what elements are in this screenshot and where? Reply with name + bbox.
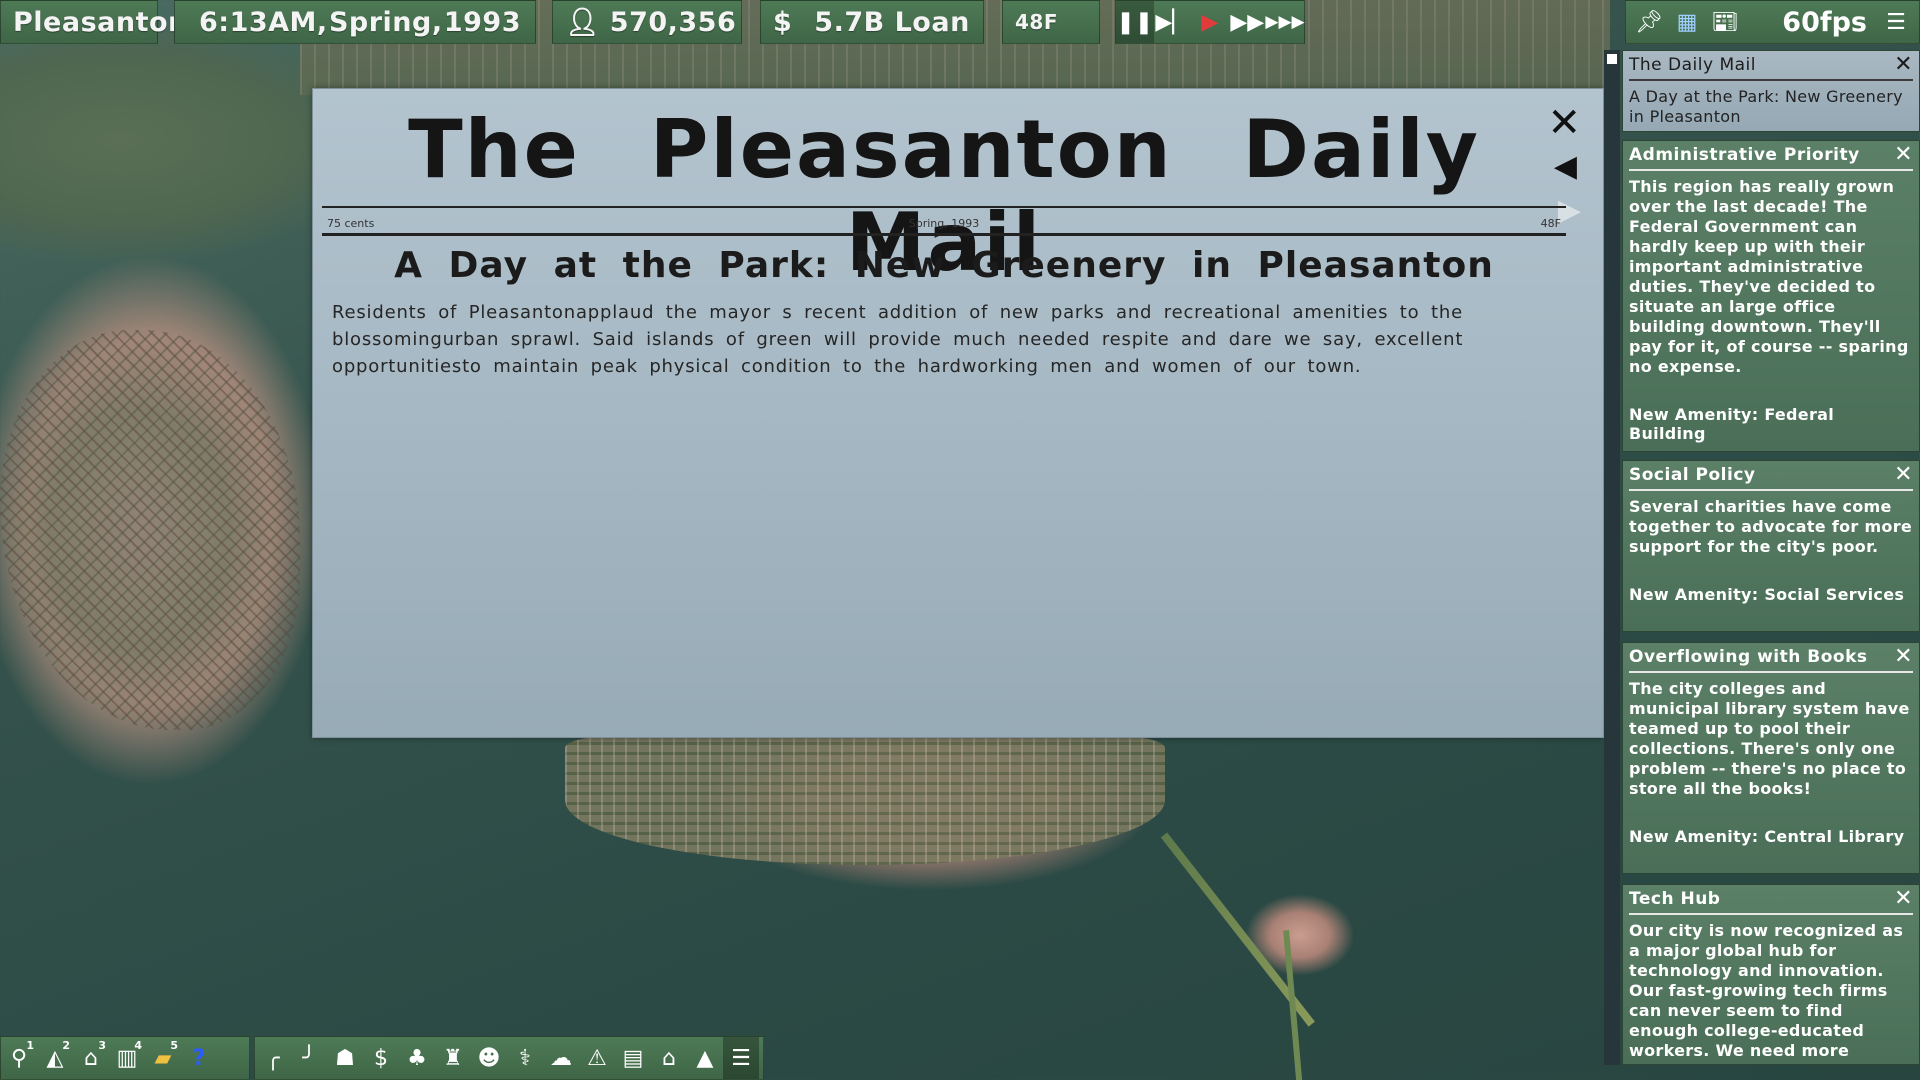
map-city-district-south <box>565 735 1165 865</box>
express-road-icon[interactable]: ╯ <box>291 1037 327 1079</box>
notification-title: The Daily Mail <box>1629 55 1756 75</box>
pause-button[interactable]: ❚❚ <box>1116 1 1154 43</box>
notification-amenity: New Amenity: Federal Building <box>1629 405 1835 443</box>
person-icon: 👤︎ <box>565 7 600 38</box>
notification-header: Tech Hub ✕ <box>1629 885 1913 915</box>
notification-title: Administrative Priority <box>1629 145 1860 165</box>
dollar-icon: $ <box>773 6 793 38</box>
grid-icon[interactable]: ▦ <box>1672 7 1702 37</box>
help-icon[interactable]: ? <box>181 1037 217 1079</box>
menu-icon[interactable]: ☰ <box>1881 7 1911 37</box>
date-time-box: 6:13AM, Spring, 1993 <box>174 0 536 44</box>
transit-icon[interactable]: ▤ <box>615 1037 651 1079</box>
farm-icon[interactable]: ▲ <box>687 1037 723 1079</box>
temperature-value: 48F <box>1015 10 1058 34</box>
step-button[interactable]: ▶▏ <box>1154 1 1192 43</box>
time-label: 6:13AM, <box>199 6 328 38</box>
notification-body: This region has really grown over the la… <box>1629 177 1909 376</box>
fast-forward-button[interactable]: ▶▶ <box>1229 1 1267 43</box>
house-icon[interactable]: ⌂ 3 <box>73 1037 109 1079</box>
notification-title: Social Policy <box>1629 465 1756 485</box>
article-body: Residents of Pleasantonapplaud the mayor… <box>332 302 1464 377</box>
newspaper-temperature: 48F <box>1540 217 1561 230</box>
notification-daily-mail[interactable]: The Daily Mail ✕ A Day at the Park: New … <box>1622 50 1920 132</box>
home-icon[interactable]: ⌂ <box>651 1037 687 1079</box>
tower-icon[interactable]: ♜ <box>435 1037 471 1079</box>
year-label: 1993 <box>443 6 521 38</box>
close-icon[interactable]: ✕ <box>1894 464 1913 486</box>
map-bridge <box>1160 832 1315 1027</box>
notification-header: The Daily Mail ✕ <box>1629 51 1913 81</box>
speed-controls: ❚❚ ▶▏ ▶ ▶▶ ▶▶▶ <box>1115 0 1305 44</box>
notification-header: Social Policy ✕ <box>1629 461 1913 491</box>
weather-box[interactable]: 48F <box>1002 0 1100 44</box>
notification-title: Overflowing with Books <box>1629 647 1868 667</box>
notification-body: A Day at the Park: New Greenery in Pleas… <box>1629 87 1903 126</box>
pin-icon[interactable]: 📌︎ <box>1634 7 1664 37</box>
money-icon[interactable]: $ <box>363 1037 399 1079</box>
notification-header: Overflowing with Books ✕ <box>1629 643 1913 673</box>
notification-tech-hub[interactable]: Tech Hub ✕ Our city is now recognized as… <box>1622 884 1920 1065</box>
next-page-icon[interactable]: ▶ <box>1558 193 1581 228</box>
fastest-button[interactable]: ▶▶▶ <box>1265 1 1304 43</box>
notification-amenity: New Amenity: Central Library <box>1629 827 1905 846</box>
notification-overflowing-with-books[interactable]: Overflowing with Books ✕ The city colleg… <box>1622 642 1920 874</box>
close-icon[interactable]: ✕ <box>1894 646 1913 668</box>
map-bridge <box>1283 930 1303 1080</box>
notification-scrollbar[interactable] <box>1604 50 1620 1065</box>
newspaper-icon[interactable]: 📰︎ <box>1710 7 1740 37</box>
notification-social-policy[interactable]: Social Policy ✕ Several charities have c… <box>1622 460 1920 632</box>
close-icon[interactable]: ✕ <box>1894 888 1913 910</box>
newspaper-dialog: The Pleasanton Daily Mail ✕ ◀ ▶ 75 cents… <box>312 88 1604 738</box>
close-icon[interactable]: ✕ <box>1894 144 1913 166</box>
play-button[interactable]: ▶ <box>1191 1 1229 43</box>
close-icon[interactable]: ✕ <box>1547 103 1581 143</box>
newspaper-date: Spring, 1993 <box>908 217 980 230</box>
notification-administrative-priority[interactable]: Administrative Priority ✕ This region ha… <box>1622 140 1920 452</box>
map-city-district-west <box>0 330 300 730</box>
factory-icon[interactable]: ▥ 4 <box>109 1037 145 1079</box>
city-name: Pleasanton <box>13 6 188 38</box>
road-icon[interactable]: ◭ 2 <box>37 1037 73 1079</box>
notification-body: Our city is now recognized as a major gl… <box>1629 921 1904 1064</box>
notification-amenity: New Amenity: Social Services <box>1629 585 1905 604</box>
park-icon[interactable]: ♣ <box>399 1037 435 1079</box>
people-icon[interactable]: ☻ <box>471 1037 507 1079</box>
top-hud: Pleasanton 6:13AM, Spring, 1993 👤︎ 570,3… <box>0 0 1920 44</box>
notification-title: Tech Hub <box>1629 889 1721 909</box>
budget-value: 5.7B Loan <box>814 6 970 38</box>
search-icon[interactable]: ⚲ 1 <box>1 1037 37 1079</box>
warning-icon[interactable]: ⚠ <box>579 1037 615 1079</box>
population-box[interactable]: 👤︎ 570,356 <box>552 0 742 44</box>
school-icon[interactable]: ☗ <box>327 1037 363 1079</box>
hospital-icon[interactable]: ⚕ <box>507 1037 543 1079</box>
article-headline: A Day at the Park: New Greenery in Pleas… <box>394 245 1494 286</box>
police-icon[interactable]: ☁ <box>543 1037 579 1079</box>
news-icon[interactable]: ☰ <box>723 1037 759 1079</box>
close-icon[interactable]: ✕ <box>1894 54 1913 76</box>
budget-box[interactable]: $ 5.7B Loan <box>760 0 984 44</box>
previous-page-icon[interactable]: ◀ <box>1554 149 1577 184</box>
notification-panel: The Daily Mail ✕ A Day at the Park: New … <box>1622 50 1920 1065</box>
city-name-box[interactable]: Pleasanton <box>0 0 187 44</box>
bottom-toolbar-left: ⚲ 1 ◭ 2 ⌂ 3 ▥ 4 ▰ 5 ? <box>0 1036 250 1080</box>
notification-body: The city colleges and municipal library … <box>1629 679 1910 798</box>
commerce-icon[interactable]: ▰ 5 <box>145 1037 181 1079</box>
street-icon[interactable]: ╭ <box>255 1037 291 1079</box>
population-value: 570,356 <box>609 6 737 38</box>
season-label: Spring, <box>328 6 443 38</box>
scrollbar-thumb[interactable] <box>1607 54 1617 64</box>
notification-header: Administrative Priority ✕ <box>1629 141 1913 171</box>
bottom-toolbar-right: ╭ ╯ ☗ $ ♣ ♜ ☻ ⚕ ☁ ⚠ ▤ ⌂ ▲ ☰ <box>254 1036 764 1080</box>
fps-counter: 60fps <box>1782 6 1867 38</box>
divider <box>322 233 1566 236</box>
divider <box>322 206 1566 208</box>
notification-body: Several charities have come together to … <box>1629 497 1913 556</box>
right-hud: 📌︎ ▦ 📰︎ 60fps ☰ <box>1625 0 1920 44</box>
